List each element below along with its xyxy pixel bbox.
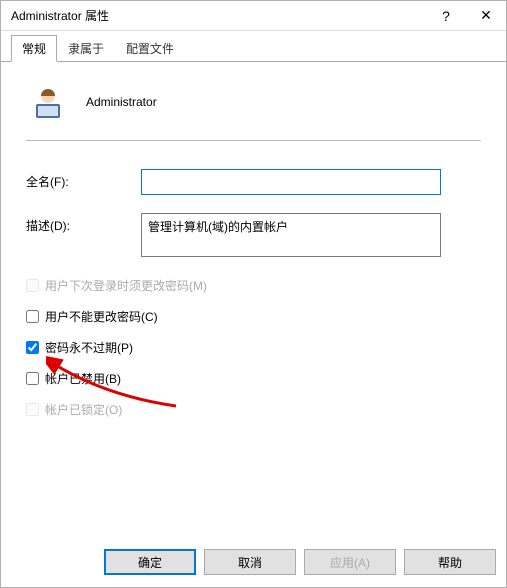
tab-member-of[interactable]: 隶属于 <box>57 35 115 62</box>
titlebar: Administrator 属性 ? ✕ <box>1 1 506 31</box>
description-label: 描述(D): <box>26 213 141 234</box>
tab-profile[interactable]: 配置文件 <box>115 35 185 62</box>
check-account-locked-box <box>26 403 39 416</box>
divider <box>26 140 481 141</box>
check-must-change-box <box>26 279 39 292</box>
fullname-label: 全名(F): <box>26 169 141 190</box>
ok-button[interactable]: 确定 <box>104 549 196 575</box>
fullname-row: 全名(F): <box>26 169 481 195</box>
dialog-window: Administrator 属性 ? ✕ 常规 隶属于 配置文件 Adminis… <box>0 0 507 588</box>
apply-button[interactable]: 应用(A) <box>304 549 396 575</box>
tab-strip: 常规 隶属于 配置文件 <box>1 31 506 62</box>
description-row: 描述(D): <box>26 213 481 257</box>
check-cannot-change-label: 用户不能更改密码(C) <box>45 308 158 325</box>
check-account-disabled-label: 帐户已禁用(B) <box>45 370 121 387</box>
check-account-locked: 帐户已锁定(O) <box>26 401 481 418</box>
check-must-change-label: 用户下次登录时须更改密码(M) <box>45 277 207 294</box>
user-name: Administrator <box>86 95 157 109</box>
title-buttons: ? ✕ <box>426 1 506 31</box>
cancel-button[interactable]: 取消 <box>204 549 296 575</box>
check-never-expires[interactable]: 密码永不过期(P) <box>26 339 481 356</box>
tab-content: Administrator 全名(F): 描述(D): 用户下次登录时须更改密码… <box>1 62 506 442</box>
close-button[interactable]: ✕ <box>466 1 506 31</box>
checks-group: 用户下次登录时须更改密码(M) 用户不能更改密码(C) 密码永不过期(P) 帐户… <box>26 277 481 418</box>
check-must-change: 用户下次登录时须更改密码(M) <box>26 277 481 294</box>
tab-general[interactable]: 常规 <box>11 35 57 62</box>
window-title: Administrator 属性 <box>11 7 426 24</box>
check-account-disabled-box[interactable] <box>26 372 39 385</box>
check-account-disabled[interactable]: 帐户已禁用(B) <box>26 370 481 387</box>
fullname-input[interactable] <box>141 169 441 195</box>
check-account-locked-label: 帐户已锁定(O) <box>45 401 122 418</box>
check-never-expires-box[interactable] <box>26 341 39 354</box>
check-never-expires-label: 密码永不过期(P) <box>45 339 133 356</box>
user-header: Administrator <box>26 82 481 122</box>
help-button[interactable]: ? <box>426 1 466 31</box>
check-cannot-change[interactable]: 用户不能更改密码(C) <box>26 308 481 325</box>
help-button-footer[interactable]: 帮助 <box>404 549 496 575</box>
user-icon <box>28 82 68 122</box>
description-input[interactable] <box>141 213 441 257</box>
dialog-buttons: 确定 取消 应用(A) 帮助 <box>104 549 496 575</box>
check-cannot-change-box[interactable] <box>26 310 39 323</box>
